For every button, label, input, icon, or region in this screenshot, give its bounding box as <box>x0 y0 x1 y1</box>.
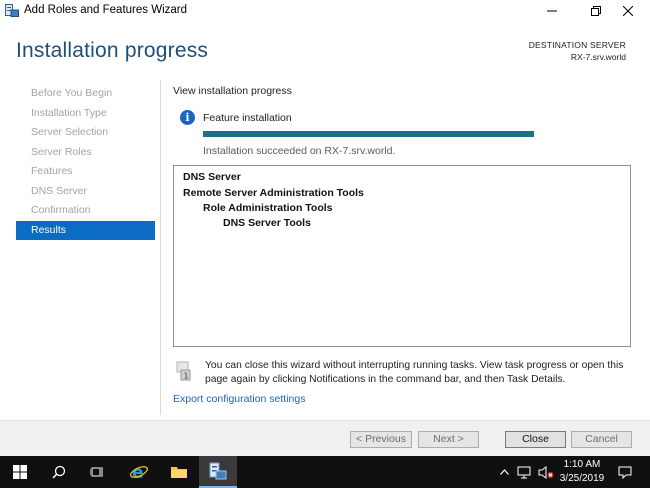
result-item: DNS Server Tools <box>223 217 311 229</box>
action-center-button[interactable] <box>611 456 639 488</box>
close-button[interactable]: Close <box>505 431 566 448</box>
minimize-icon <box>547 10 557 12</box>
progress-bar <box>203 131 534 137</box>
task-view-icon <box>90 467 103 477</box>
info-icon: i <box>180 110 195 125</box>
wizard-header: Installation progress DESTINATION SERVER… <box>0 22 650 80</box>
taskbar-internet-explorer[interactable]: e <box>120 456 158 488</box>
destination-server-label: DESTINATION SERVER <box>528 40 626 50</box>
nav-item-before-you-begin: Before You Begin <box>31 87 113 99</box>
button-bar: < Previous Next > Close Cancel <box>0 420 650 456</box>
result-item: Remote Server Administration Tools <box>183 187 364 199</box>
search-icon <box>52 465 66 479</box>
network-icon <box>517 466 531 478</box>
nav-item-results[interactable]: Results <box>16 221 155 240</box>
server-manager-icon <box>209 462 227 480</box>
minimize-button[interactable] <box>530 0 574 22</box>
close-icon <box>623 6 633 16</box>
destination-server-value: RX-7.srv.world <box>570 52 626 62</box>
show-hidden-icons-button[interactable] <box>496 456 512 488</box>
nav-item-dns-server: DNS Server <box>31 185 88 197</box>
restore-icon <box>591 6 601 16</box>
taskbar-server-manager[interactable] <box>199 456 237 488</box>
result-item: DNS Server <box>183 171 241 183</box>
nav-item-installation-type: Installation Type <box>31 107 107 119</box>
svg-text:1: 1 <box>184 372 189 381</box>
nav-divider <box>160 80 161 415</box>
task-view-button[interactable] <box>78 456 116 488</box>
network-button[interactable] <box>514 456 534 488</box>
folder-icon <box>171 467 187 478</box>
server-manager-icon <box>5 4 19 17</box>
nav-item-server-selection: Server Selection <box>31 126 109 138</box>
svg-text:e: e <box>132 463 144 482</box>
window-title: Add Roles and Features Wizard <box>24 4 187 16</box>
nav-item-features: Features <box>31 165 73 177</box>
export-configuration-link[interactable]: Export configuration settings <box>173 393 306 405</box>
wizard-nav: Before You Begin Installation Type Serve… <box>0 80 160 420</box>
internet-explorer-icon: e <box>130 463 148 482</box>
progress-bar-fill <box>203 131 534 137</box>
taskbar-file-explorer[interactable] <box>160 456 198 488</box>
volume-button[interactable] <box>536 456 556 488</box>
notification-icon <box>618 466 632 479</box>
chevron-up-icon <box>499 469 509 475</box>
clock-time[interactable]: 1:10 AM <box>558 459 606 470</box>
windows-logo-icon <box>13 465 27 479</box>
search-button[interactable] <box>40 456 78 488</box>
installation-status-text: Installation succeeded on RX-7.srv.world… <box>203 145 396 157</box>
start-button[interactable] <box>0 456 40 488</box>
cancel-button[interactable]: Cancel <box>571 431 632 448</box>
taskbar: e 1:10 AM 3/25/2019 <box>0 456 650 488</box>
feature-installation-label: Feature installation <box>203 112 292 124</box>
nav-item-confirmation: Confirmation <box>31 204 91 216</box>
next-button[interactable]: Next > <box>418 431 479 448</box>
notification-flag-icon: 1 <box>176 361 191 381</box>
result-item: Role Administration Tools <box>203 202 333 214</box>
nav-item-server-roles: Server Roles <box>31 146 92 158</box>
title-bar: Add Roles and Features Wizard <box>0 0 650 22</box>
volume-muted-icon <box>538 465 554 479</box>
section-title: View installation progress <box>173 85 292 97</box>
results-list[interactable]: DNS Server Remote Server Administration … <box>173 165 631 347</box>
page-title: Installation progress <box>16 39 209 62</box>
close-wizard-note: You can close this wizard without interr… <box>205 360 624 385</box>
clock-date[interactable]: 3/25/2019 <box>556 473 608 484</box>
close-window-button[interactable] <box>606 0 650 22</box>
previous-button[interactable]: < Previous <box>350 431 412 448</box>
